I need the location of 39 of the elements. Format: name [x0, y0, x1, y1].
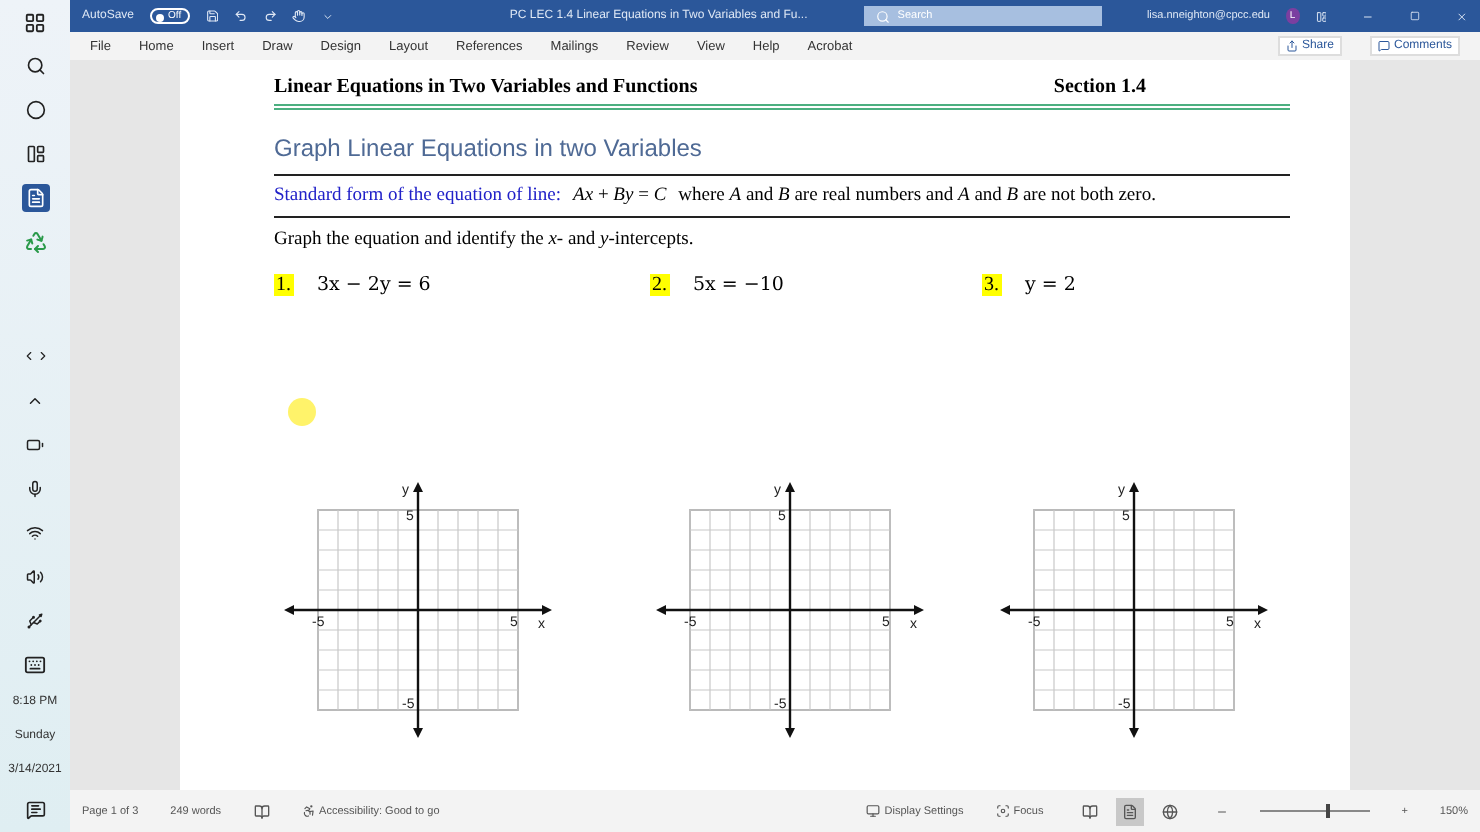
- redo-icon[interactable]: [263, 8, 277, 24]
- header-section: Section 1.4: [1053, 76, 1146, 98]
- standard-form-equation: Ax + By = C: [573, 186, 667, 206]
- close-icon[interactable]: [1456, 9, 1468, 23]
- focus-icon: [995, 804, 1010, 818]
- save-icon[interactable]: [205, 8, 219, 24]
- customize-icon[interactable]: [322, 9, 334, 23]
- header-title: Linear Equations in Two Variables and Functions: [274, 76, 698, 98]
- accessibility-icon: [301, 804, 316, 818]
- section-heading: Graph Linear Equations in two Variables: [274, 134, 704, 162]
- view-mode-button[interactable]: [1115, 797, 1144, 825]
- word-app-icon[interactable]: [21, 184, 49, 212]
- notification-icon[interactable]: [21, 796, 49, 824]
- instruction-text: Graph the equation and identify the x- and y-intercepts.: [274, 230, 694, 250]
- ribbon-display-icon[interactable]: [1315, 9, 1327, 23]
- problem-number: 2.: [650, 274, 669, 296]
- recycle-app-icon[interactable]: [21, 228, 49, 256]
- search-icon: [875, 9, 890, 23]
- problem-number: 3.: [982, 274, 1001, 296]
- read-view-icon: [1081, 803, 1098, 819]
- zoom-thumb[interactable]: [1325, 804, 1330, 818]
- print-view-icon: [1121, 803, 1138, 819]
- problem-equation: 3x − 2y = 6: [317, 274, 431, 296]
- proofing-icon[interactable]: [253, 803, 270, 819]
- touch-mode-icon[interactable]: [292, 8, 307, 24]
- problem-number: 1.: [274, 274, 293, 296]
- problem-equation: 5x = −10: [693, 274, 784, 296]
- problem-equation: y = 2: [1025, 274, 1076, 296]
- restore-icon[interactable]: [1410, 10, 1421, 22]
- standard-form-note: where A and B are real numbers and A and B are not both zero.: [678, 186, 1156, 206]
- web-view-icon: [1161, 803, 1178, 819]
- undo-icon[interactable]: [234, 8, 248, 24]
- windows-icon[interactable]: [21, 8, 49, 36]
- circle-icon[interactable]: [21, 96, 49, 124]
- share-icon: [1285, 40, 1298, 52]
- cursor-highlight: [288, 398, 316, 426]
- standard-form-label: Standard form of the equation of line:: [274, 186, 562, 206]
- monitor-icon: [866, 804, 881, 818]
- comment-icon: [1377, 40, 1390, 52]
